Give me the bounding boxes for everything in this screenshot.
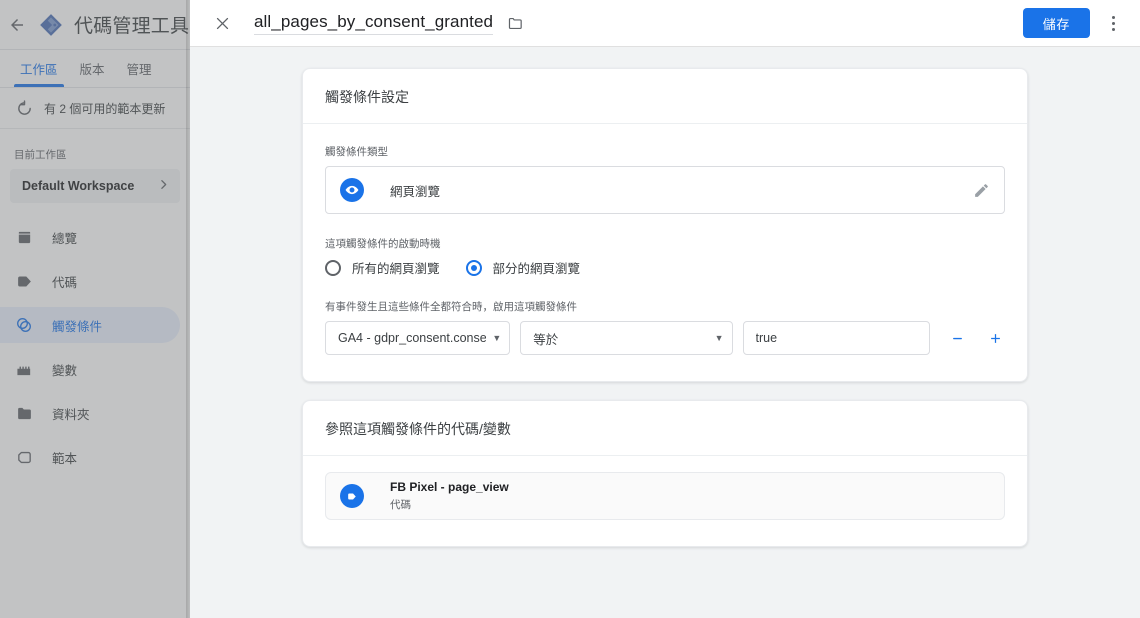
condition-variable-value: GA4 - gdpr_consent.consentGr — [338, 331, 486, 345]
references-card: 參照這項觸發條件的代碼/變數 FB Pixel - page_view 代碼 — [302, 400, 1028, 547]
trigger-type-label: 觸發條件類型 — [325, 144, 1005, 159]
chevron-down-icon: ▼ — [492, 333, 501, 343]
pencil-icon[interactable] — [973, 182, 990, 199]
fire-timing-label: 這項觸發條件的啟動時機 — [325, 236, 1005, 251]
gtm-trigger-editor-screen: 代碼管理工具 工作區 版本 管理 有 2 個可用的範本更新 目前工作區 Defa… — [0, 0, 1140, 618]
list-item-texts: FB Pixel - page_view 代碼 — [390, 480, 509, 512]
modal-body: 觸發條件設定 觸發條件類型 網頁瀏覽 — [190, 47, 1140, 618]
radio-all-page-views[interactable]: 所有的網頁瀏覽 — [325, 258, 440, 277]
tag-circle-icon — [340, 484, 364, 508]
plus-icon[interactable] — [985, 325, 1005, 351]
condition-section: 有事件發生且這些條件全都符合時，啟用這項觸發條件 GA4 - gdpr_cons… — [325, 299, 1005, 355]
page-view-icon — [340, 178, 364, 202]
modal-title-wrap: all_pages_by_consent_granted — [254, 12, 1023, 35]
save-button[interactable]: 儲存 — [1023, 8, 1090, 38]
radio-button[interactable] — [325, 260, 341, 276]
card-body: FB Pixel - page_view 代碼 — [303, 456, 1027, 546]
condition-label: 有事件發生且這些條件全都符合時，啟用這項觸發條件 — [325, 299, 1005, 314]
fire-timing-radios: 所有的網頁瀏覽 部分的網頁瀏覽 — [325, 258, 1005, 277]
modal-backdrop[interactable] — [0, 0, 190, 618]
folder-icon[interactable] — [507, 15, 524, 32]
modal-header: all_pages_by_consent_granted 儲存 — [190, 0, 1140, 47]
radio-some-page-views[interactable]: 部分的網頁瀏覽 — [466, 258, 581, 277]
condition-operator-select[interactable]: 等於 ▼ — [520, 321, 732, 355]
trigger-name-field[interactable]: all_pages_by_consent_granted — [254, 12, 493, 35]
radio-label: 部分的網頁瀏覽 — [493, 258, 581, 277]
condition-row: GA4 - gdpr_consent.consentGr ▼ 等於 ▼ — [325, 321, 1005, 355]
card-heading: 參照這項觸發條件的代碼/變數 — [303, 401, 1027, 456]
card-body: 觸發條件類型 網頁瀏覽 — [303, 124, 1027, 381]
reference-name: FB Pixel - page_view — [390, 480, 509, 494]
radio-button[interactable] — [466, 260, 482, 276]
chevron-down-icon: ▼ — [715, 333, 724, 343]
trigger-edit-modal: all_pages_by_consent_granted 儲存 觸發條件設定 觸… — [190, 0, 1140, 618]
reference-type: 代碼 — [390, 497, 509, 512]
condition-value-input[interactable] — [743, 321, 930, 355]
fire-timing-section: 這項觸發條件的啟動時機 所有的網頁瀏覽 部分的網頁瀏覽 — [325, 236, 1005, 277]
list-item[interactable]: FB Pixel - page_view 代碼 — [325, 472, 1005, 520]
card-heading: 觸發條件設定 — [303, 69, 1027, 124]
condition-operator-value: 等於 — [533, 329, 708, 348]
trigger-type-row[interactable]: 網頁瀏覽 — [325, 166, 1005, 214]
radio-label: 所有的網頁瀏覽 — [352, 258, 440, 277]
more-vert-icon[interactable] — [1098, 8, 1128, 38]
close-icon[interactable] — [208, 9, 236, 37]
trigger-configuration-card: 觸發條件設定 觸發條件類型 網頁瀏覽 — [302, 68, 1028, 382]
trigger-type-value: 網頁瀏覽 — [390, 181, 973, 200]
condition-variable-select[interactable]: GA4 - gdpr_consent.consentGr ▼ — [325, 321, 510, 355]
minus-icon[interactable] — [948, 325, 968, 351]
